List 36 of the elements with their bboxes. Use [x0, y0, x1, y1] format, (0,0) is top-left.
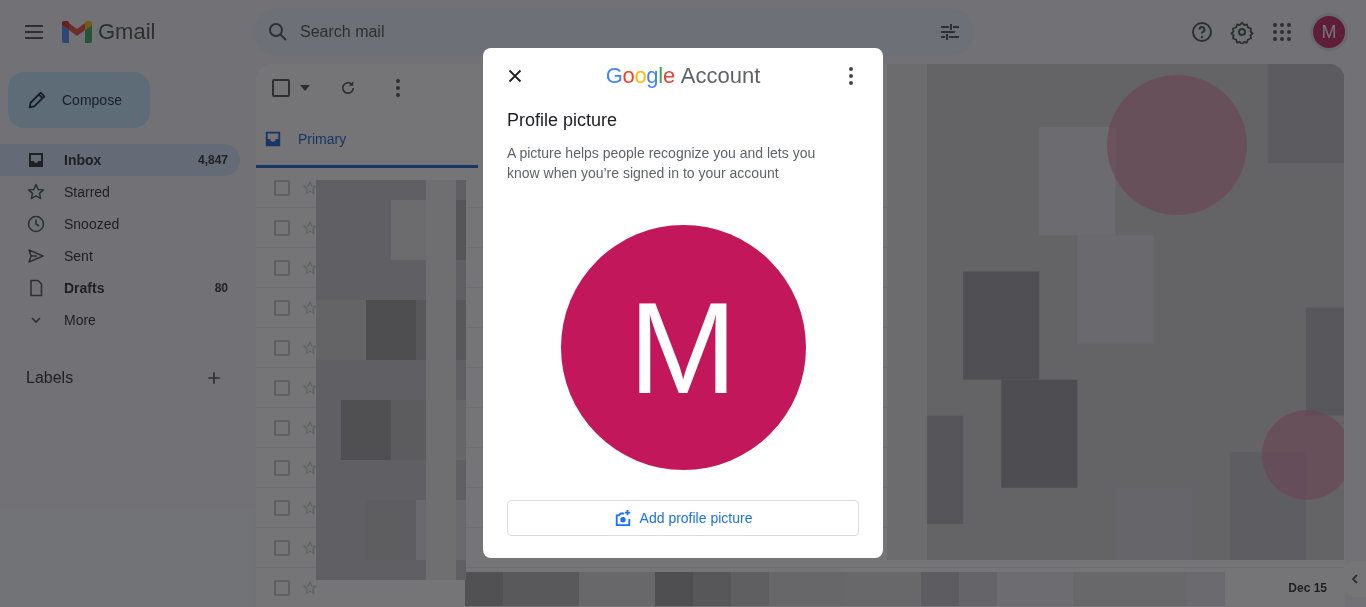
nav-item[interactable]: Snoozed	[0, 208, 240, 240]
section-heading: Labels	[26, 369, 74, 387]
inbox-icon	[264, 129, 282, 148]
clock-icon	[26, 214, 46, 234]
send-icon	[26, 246, 46, 266]
star-icon	[26, 182, 46, 202]
search-bar[interactable]: Search mail	[254, 8, 974, 56]
brand-logo: Google	[605, 63, 675, 89]
caret-icon[interactable]	[300, 85, 310, 91]
nav-item[interactable]: Starred	[0, 176, 240, 208]
nav-item[interactable]: Drafts 80	[0, 272, 240, 304]
chevron-left-icon	[1349, 573, 1361, 585]
email-date: Dec 15	[1288, 580, 1327, 595]
camera-plus-icon	[613, 509, 632, 527]
search-field[interactable]: Search mail	[298, 22, 930, 42]
add-profile-picture-button[interactable]: Add profile picture	[507, 500, 859, 536]
profile-avatar: M	[560, 225, 806, 470]
dialog-description: A picture helps people recognize you and lets you know when you’re signed in to your account	[507, 144, 817, 183]
help-icon	[1190, 20, 1214, 44]
envelope-m-icon	[62, 21, 92, 43]
nav-item[interactable]: More	[0, 304, 240, 336]
dialog-title: Profile picture	[507, 110, 619, 131]
app-name: Gmail	[98, 19, 156, 45]
compose-button[interactable]: Compose	[8, 72, 150, 128]
pencil-icon	[26, 89, 48, 111]
settings-icon	[1230, 20, 1254, 44]
inbox-icon	[26, 150, 46, 170]
refresh-icon	[339, 79, 357, 97]
nav-item[interactable]: Sent	[0, 240, 240, 272]
account-avatar[interactable]: M	[1310, 13, 1348, 51]
more-vertical-icon	[396, 79, 400, 97]
more-vertical-icon	[849, 67, 853, 85]
grid-icon	[1270, 20, 1294, 44]
select-all-checkbox[interactable]	[272, 79, 290, 97]
nav-item[interactable]: Inbox 4,847	[0, 144, 240, 176]
product-name: Account	[680, 63, 761, 89]
